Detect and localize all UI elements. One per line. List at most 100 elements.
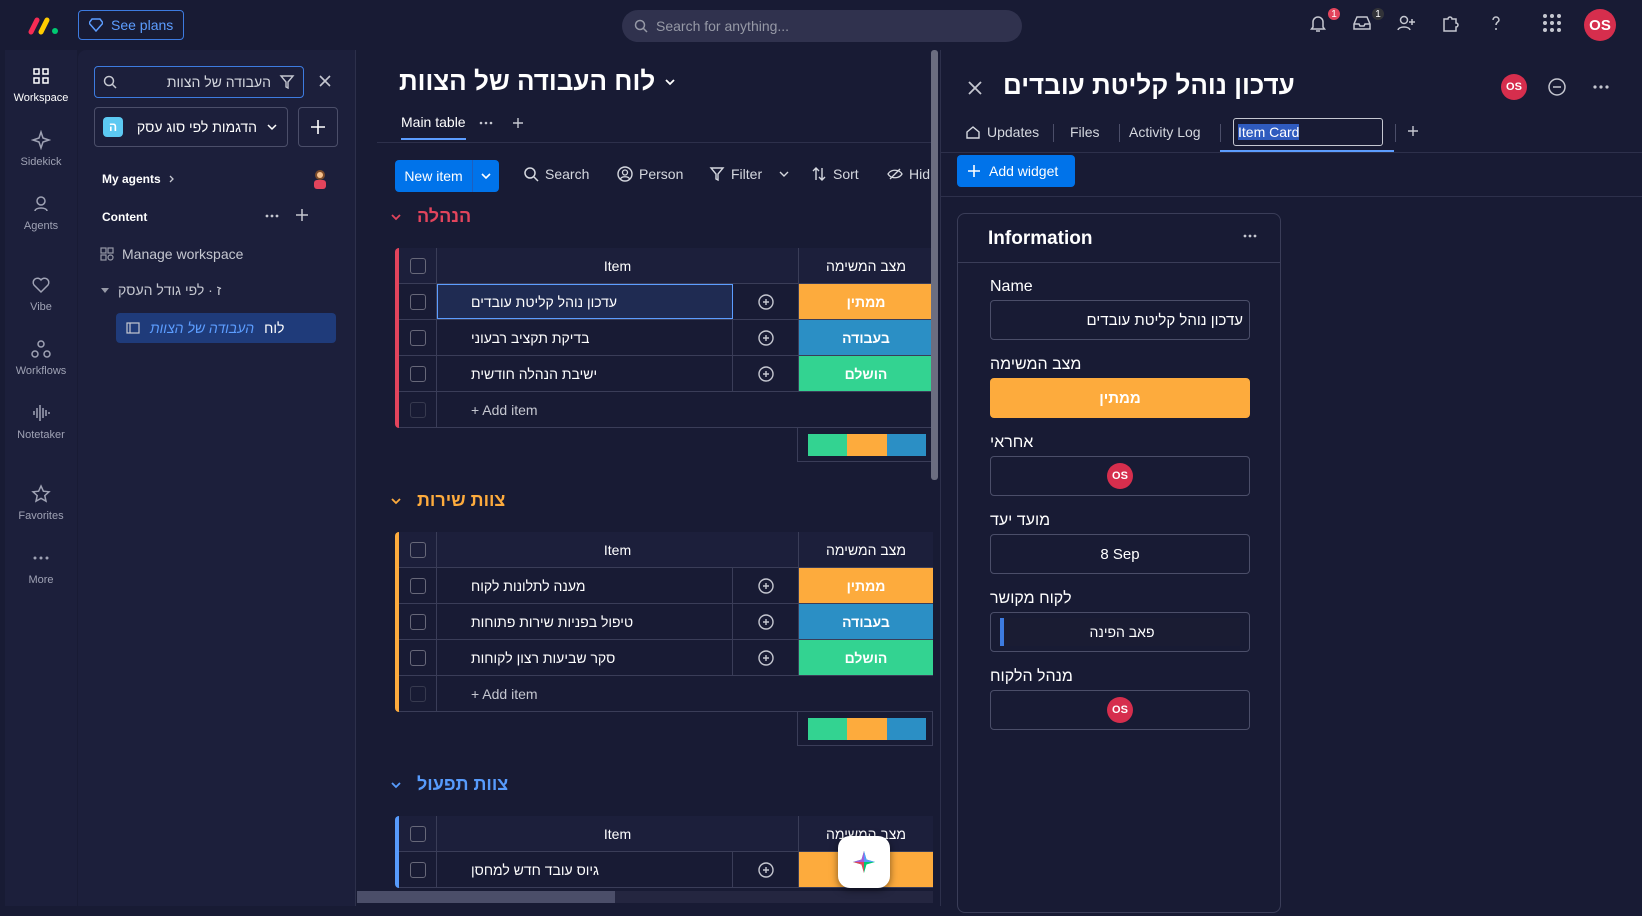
item-name[interactable]: סקר שביעות רצון לקוחות [437, 640, 733, 675]
add-update-icon[interactable] [733, 568, 799, 603]
workspace-selector[interactable]: ה הדגמות לפי סוג עסק [94, 107, 288, 147]
filter-button[interactable]: Filter [709, 166, 790, 182]
item-name[interactable]: גיוס עובד חדש למחסן [437, 852, 733, 887]
close-icon[interactable] [316, 72, 334, 90]
add-widget-button[interactable]: Add widget [957, 155, 1075, 187]
more-icon[interactable] [479, 116, 493, 130]
select-all-checkbox[interactable] [399, 532, 437, 567]
item-name[interactable]: טיפול בפניות שירות פתוחות [437, 604, 733, 639]
row-checkbox[interactable] [399, 852, 437, 887]
field-owner[interactable]: OS [990, 456, 1250, 496]
add-update-icon[interactable] [733, 284, 799, 319]
status-cell[interactable]: בעבודה [799, 604, 933, 639]
status-cell[interactable]: הושלם [799, 640, 933, 675]
select-all-checkbox[interactable] [399, 816, 437, 851]
new-item-button[interactable]: New item [395, 160, 499, 192]
row-checkbox[interactable] [399, 320, 437, 355]
status-cell[interactable]: ממתין [799, 284, 933, 319]
apps-puzzle-icon[interactable] [1440, 13, 1464, 37]
table-row[interactable]: בדיקת תקציב רבעוני בעבודה [399, 320, 933, 356]
rail-favorites[interactable]: Favorites [5, 484, 77, 522]
table-row[interactable]: טיפול בפניות שירות פתוחות בעבודה [399, 604, 933, 640]
sort-button[interactable]: Sort [811, 166, 859, 182]
row-checkbox[interactable] [399, 356, 437, 391]
inbox-icon[interactable]: 1 [1352, 6, 1386, 37]
person-filter-button[interactable]: Person [617, 166, 683, 182]
ai-assistant-button[interactable] [838, 836, 890, 888]
board-title[interactable]: לוח העבודה של הצוות [399, 66, 677, 97]
manage-workspace-link[interactable]: Manage workspace [100, 246, 243, 262]
column-header-item[interactable]: Item [437, 532, 799, 567]
column-header-item[interactable]: Item [437, 248, 799, 283]
status-cell[interactable]: הושלם [799, 356, 933, 391]
add-update-icon[interactable] [733, 852, 799, 887]
more-icon[interactable] [1591, 77, 1611, 97]
field-account-manager[interactable]: OS [990, 690, 1250, 730]
group-title-operations[interactable]: צוות תפעול [389, 774, 508, 795]
row-checkbox[interactable] [399, 284, 437, 319]
more-icon[interactable] [1242, 228, 1258, 244]
add-update-icon[interactable] [733, 604, 799, 639]
invite-user-icon[interactable] [1396, 13, 1420, 37]
item-name[interactable]: בדיקת תקציב רבעוני [437, 320, 733, 355]
add-view-icon[interactable] [512, 116, 524, 130]
apps-grid-icon[interactable] [1542, 13, 1566, 37]
rail-agents[interactable]: Agents [5, 194, 77, 232]
horizontal-scrollbar[interactable] [357, 891, 933, 903]
chat-icon[interactable] [1547, 77, 1567, 97]
add-update-icon[interactable] [733, 356, 799, 391]
sidebar-board-item[interactable]: העבודה של הצוות לוח [116, 313, 336, 343]
column-header-status[interactable]: מצב המשימה [799, 248, 933, 283]
workspace-search-input[interactable]: העבודה של הצוות [94, 66, 304, 98]
rail-workflows[interactable]: Workflows [5, 339, 77, 377]
connected-item-chip[interactable]: פאב הפינה [1000, 618, 1240, 646]
row-checkbox[interactable] [399, 568, 437, 603]
column-header-item[interactable]: Item [437, 816, 799, 851]
item-name[interactable]: מענה לתלונות לקוח [437, 568, 733, 603]
field-name-input[interactable]: עדכון נוהל קליטת עובדים [990, 300, 1250, 340]
rail-vibe[interactable]: Vibe [5, 275, 77, 313]
rail-sidekick[interactable]: Sidekick [5, 130, 77, 168]
group-title-service[interactable]: צוות שירות [389, 490, 505, 511]
see-plans-button[interactable]: See plans [78, 10, 184, 40]
help-icon[interactable] [1486, 13, 1510, 37]
column-header-status[interactable]: מצב המשימה [799, 532, 933, 567]
folder-item[interactable]: ז · לפי גודל העסק [100, 282, 221, 298]
chevron-down-icon[interactable] [389, 494, 403, 508]
table-row[interactable]: סקר שביעות רצון לקוחות הושלם [399, 640, 933, 676]
field-due-date[interactable]: 8 Sep [990, 534, 1250, 574]
add-item-input[interactable]: + Add item [437, 392, 733, 427]
plus-icon[interactable] [294, 207, 310, 223]
user-avatar[interactable]: OS [1584, 9, 1616, 41]
tab-main-table[interactable]: Main table [401, 114, 466, 140]
add-update-icon[interactable] [733, 640, 799, 675]
tab-item-card-rename-input[interactable]: Item Card [1233, 118, 1383, 146]
close-icon[interactable] [965, 78, 985, 98]
item-name[interactable]: ישיבת הנהלה חודשית [437, 356, 733, 391]
add-item-row[interactable]: + Add item [399, 392, 933, 428]
field-status-value[interactable]: ממתין [990, 378, 1250, 418]
add-update-icon[interactable] [733, 320, 799, 355]
table-row[interactable]: ישיבת הנהלה חודשית הושלם [399, 356, 933, 392]
tab-updates[interactable]: Updates [965, 124, 1039, 140]
rail-more[interactable]: More [5, 548, 77, 586]
status-cell[interactable]: בעבודה [799, 320, 933, 355]
item-name[interactable]: עדכון נוהל קליטת עובדים [437, 284, 733, 319]
scrollbar-thumb[interactable] [357, 891, 615, 903]
row-checkbox[interactable] [399, 604, 437, 639]
add-tab-icon[interactable] [1407, 124, 1419, 138]
more-icon[interactable] [264, 210, 280, 222]
rail-workspace[interactable]: Workspace [5, 66, 77, 104]
chevron-down-icon[interactable] [778, 168, 790, 180]
rail-notetaker[interactable]: Notetaker [5, 403, 77, 441]
tab-files[interactable]: Files [1070, 124, 1100, 140]
my-agents-link[interactable]: My agents [102, 172, 177, 186]
item-title[interactable]: עדכון נוהל קליטת עובדים [1003, 70, 1295, 101]
select-all-checkbox[interactable] [399, 248, 437, 283]
table-row[interactable]: מענה לתלונות לקוח ממתין [399, 568, 933, 604]
tab-activity-log[interactable]: Activity Log [1129, 124, 1201, 140]
table-row[interactable]: עדכון נוהל קליטת עובדים ממתין [399, 284, 933, 320]
field-connected-client[interactable]: פאב הפינה [990, 612, 1250, 652]
chevron-down-icon[interactable] [389, 210, 403, 224]
add-item-row[interactable]: + Add item [399, 676, 933, 712]
